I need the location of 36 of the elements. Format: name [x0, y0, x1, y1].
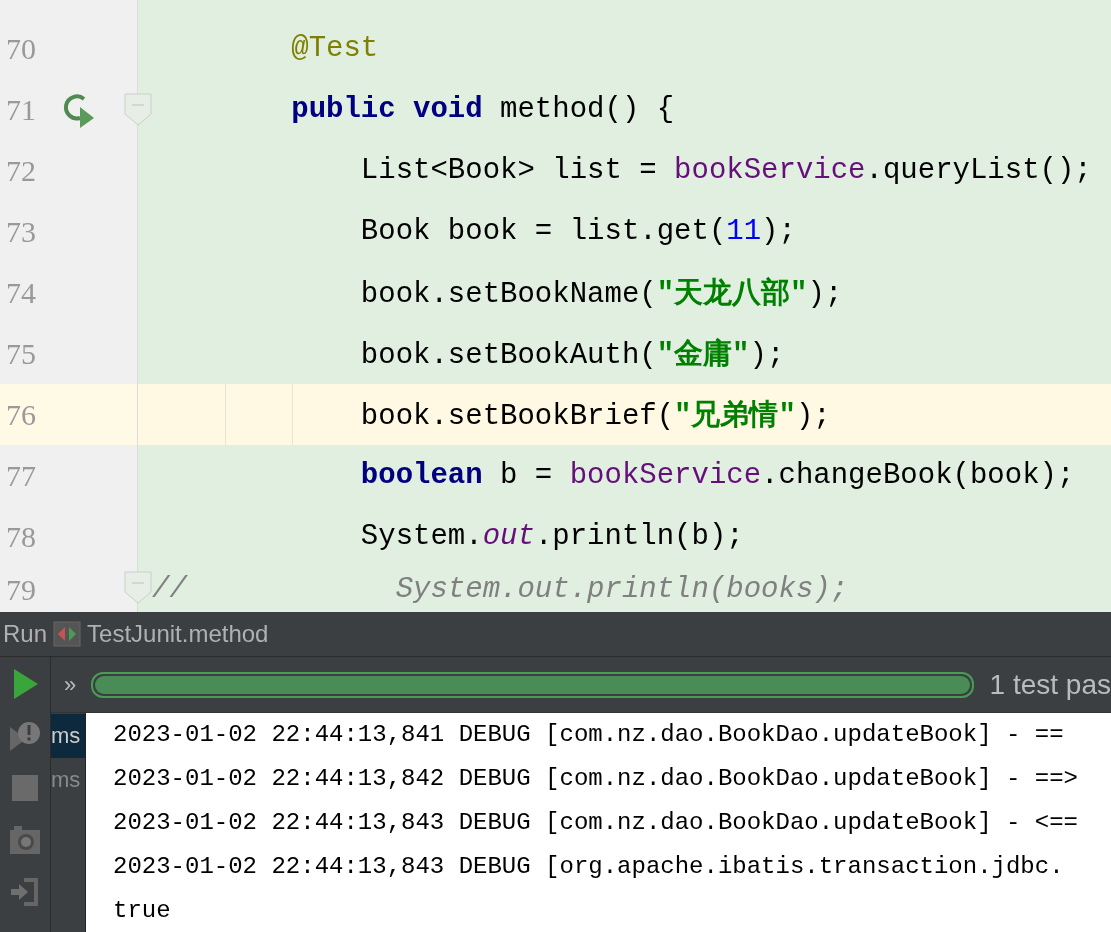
line-number: 74	[6, 275, 37, 310]
line-number: 76	[6, 397, 37, 432]
fold-icon[interactable]	[124, 93, 152, 126]
console-line: 2023-01-02 22:44:13,841 DEBUG [com.nz.dao.BookDao.updateBook] - ==	[113, 720, 1065, 750]
line-number: 73	[6, 214, 37, 249]
line-number: 77	[6, 458, 37, 493]
console-line: 2023-01-02 22:44:13,843 DEBUG [org.apache.ibatis.transaction.jdbc.	[113, 852, 1065, 882]
code-line: book.setBookName("天龙八部");	[359, 276, 843, 313]
code-line: book.setBookAuth("金庸");	[359, 337, 785, 374]
camera-icon[interactable]	[8, 823, 42, 857]
line-number: 72	[6, 153, 37, 188]
panel-title: Run	[3, 620, 48, 648]
test-tree-item[interactable]: ms	[51, 758, 85, 802]
code-line: Book book = list.get(11);	[359, 215, 796, 248]
console-line: 2023-01-02 22:44:13,843 DEBUG [com.nz.dao.BookDao.updateBook] - <==	[113, 808, 1079, 838]
line-number: 75	[6, 336, 37, 371]
code-line: book.setBookBrief("兄弟情");	[359, 398, 831, 435]
code-line: boolean b = bookService.changeBook(book);	[359, 459, 1075, 492]
code-line: // System.out.println(books);	[151, 573, 849, 606]
code-line: public void method() {	[290, 93, 675, 126]
test-tree-item[interactable]: ms	[51, 714, 85, 758]
line-number: 79	[6, 572, 37, 607]
test-status: 1 test pas	[988, 668, 1111, 701]
run-tab[interactable]: TestJunit.method	[87, 620, 269, 648]
code-line: List<Book> list = bookService.queryList();	[359, 154, 1092, 187]
code-line: @Test	[290, 32, 379, 65]
test-config-icon	[53, 621, 82, 647]
line-number: 71	[6, 92, 37, 127]
console-line: true	[113, 896, 172, 926]
line-number: 78	[6, 519, 37, 554]
rerun-failed-icon[interactable]	[8, 719, 42, 753]
console-line: 2023-01-02 22:44:13,842 DEBUG [com.nz.dao.BookDao.updateBook] - ==>	[113, 764, 1079, 794]
fold-icon[interactable]	[124, 571, 152, 604]
code-line: System.out.println(b);	[359, 520, 744, 553]
line-number: 70	[6, 31, 37, 66]
more-chevron[interactable]: »	[59, 671, 81, 698]
